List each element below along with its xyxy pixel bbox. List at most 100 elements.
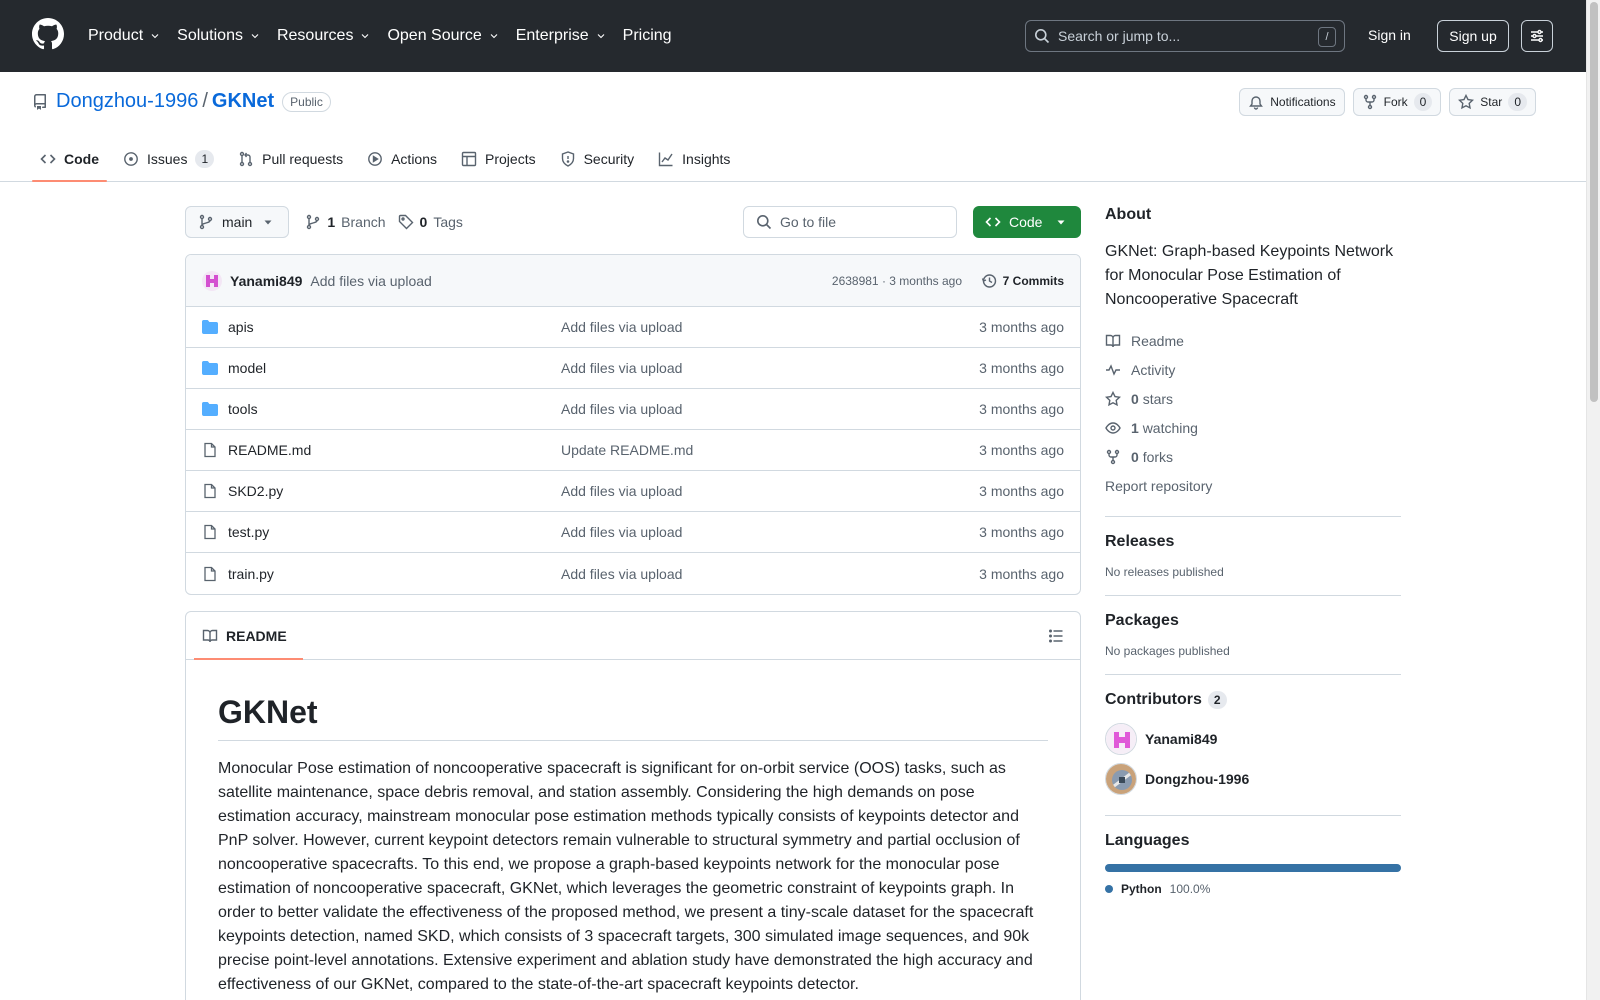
tab-label: Security <box>583 151 635 167</box>
file-name-link[interactable]: model <box>228 360 561 376</box>
contributors-list: Yanami849 Dongzhou-1996 <box>1105 719 1401 799</box>
menu-toggle-button[interactable] <box>1521 20 1553 52</box>
commit-meta[interactable]: 2638981 · 3 months ago <box>832 274 962 288</box>
activity-link[interactable]: Activity <box>1105 355 1401 384</box>
pull-request-icon <box>238 151 254 167</box>
file-name-link[interactable]: apis <box>228 319 561 335</box>
file-commit-message-link[interactable]: Add files via upload <box>561 401 682 417</box>
file-icon <box>202 566 218 582</box>
sign-up-button[interactable]: Sign up <box>1437 20 1509 52</box>
commit-message-link[interactable]: Add files via upload <box>310 273 431 289</box>
file-commit-message-link[interactable]: Add files via upload <box>561 566 682 582</box>
tag-count: 0 <box>419 214 428 230</box>
tab-label: Pull requests <box>262 151 344 167</box>
file-commit-message-link[interactable]: Add files via upload <box>561 319 682 335</box>
file-commit-time: 3 months ago <box>979 524 1064 540</box>
search-icon <box>756 214 772 230</box>
nav-item-open-source[interactable]: Open Source <box>387 16 509 56</box>
nav-item-solutions[interactable]: Solutions <box>177 16 271 56</box>
file-commit-time: 3 months ago <box>979 319 1064 335</box>
tab-code[interactable]: Code <box>32 136 107 182</box>
file-commit-message-link[interactable]: Add files via upload <box>561 483 682 499</box>
nav-item-product[interactable]: Product <box>88 16 171 56</box>
nav-item-resources[interactable]: Resources <box>277 16 381 56</box>
code-download-button[interactable]: Code <box>973 206 1081 238</box>
tab-issues[interactable]: Issues 1 <box>115 136 222 182</box>
commits-label: 7 Commits <box>1002 273 1064 288</box>
scrollbar-thumb[interactable] <box>1590 2 1598 402</box>
file-name-link[interactable]: SKD2.py <box>228 483 561 499</box>
branches-link[interactable]: 1 Branch <box>305 214 386 230</box>
commits-history-link[interactable]: 7 Commits <box>981 273 1064 289</box>
table-row[interactable]: tools Add files via upload 3 months ago <box>186 389 1080 430</box>
releases-heading[interactable]: Releases <box>1105 533 1401 551</box>
forks-link[interactable]: 0 forks <box>1105 442 1401 471</box>
readme-title: GKNet <box>218 692 1048 741</box>
stars-link[interactable]: 0 stars <box>1105 384 1401 413</box>
tab-pull-requests[interactable]: Pull requests <box>230 136 351 182</box>
language-item[interactable]: Python 100.0% <box>1105 882 1401 896</box>
tab-label: Code <box>64 151 99 167</box>
go-to-file-input[interactable]: Go to file <box>743 206 957 238</box>
issue-icon <box>123 151 139 167</box>
chevron-down-icon <box>249 30 261 42</box>
tag-label: Tags <box>433 214 463 230</box>
table-row[interactable]: SKD2.py Add files via upload 3 months ago <box>186 471 1080 512</box>
file-commit-message-link[interactable]: Add files via upload <box>561 524 682 540</box>
nav-item-pricing[interactable]: Pricing <box>623 16 682 56</box>
file-commit-message-link[interactable]: Add files via upload <box>561 360 682 376</box>
branch-selector-button[interactable]: main <box>185 206 290 238</box>
watching-label: watching <box>1142 419 1198 436</box>
file-name-link[interactable]: train.py <box>228 566 561 582</box>
book-icon <box>1105 333 1121 349</box>
tab-actions[interactable]: Actions <box>359 136 445 182</box>
file-icon <box>202 442 218 458</box>
contributor-item[interactable]: Dongzhou-1996 <box>1105 759 1401 799</box>
commit-author-link[interactable]: Yanami849 <box>230 273 302 289</box>
readme-tab[interactable]: README <box>194 612 303 660</box>
repo-breadcrumb: Dongzhou-1996 / GKNet Public <box>32 90 331 113</box>
table-row[interactable]: train.py Add files via upload 3 months ago <box>186 553 1080 594</box>
table-row[interactable]: model Add files via upload 3 months ago <box>186 348 1080 389</box>
report-repository-link[interactable]: Report repository <box>1105 471 1401 500</box>
file-name-link[interactable]: tools <box>228 401 561 417</box>
readme-panel: README GKNet Monocular Pose estimation o… <box>185 611 1081 1000</box>
github-logo-icon[interactable] <box>32 18 64 50</box>
star-icon <box>1105 390 1121 407</box>
nav-item-enterprise[interactable]: Enterprise <box>516 16 617 56</box>
repo-name-link[interactable]: GKNet <box>212 90 274 113</box>
code-icon <box>985 214 1001 230</box>
table-row[interactable]: apis Add files via upload 3 months ago <box>186 307 1080 348</box>
search-placeholder: Search or jump to... <box>1058 28 1181 44</box>
page-scrollbar[interactable] <box>1586 0 1600 1000</box>
global-search-input[interactable]: Search or jump to... / <box>1025 20 1345 52</box>
notifications-button[interactable]: Notifications <box>1239 88 1345 116</box>
readme-tab-label: README <box>226 627 287 644</box>
packages-heading[interactable]: Packages <box>1105 612 1401 630</box>
file-name-link[interactable]: test.py <box>228 524 561 540</box>
list-unordered-icon[interactable] <box>1048 628 1064 644</box>
repo-tabs: Code Issues 1 Pull requests Actions Projects S… <box>32 136 746 182</box>
readme-link[interactable]: Readme <box>1105 326 1401 355</box>
contributor-name: Dongzhou-1996 <box>1145 771 1250 787</box>
fork-button[interactable]: Fork 0 <box>1352 88 1442 116</box>
file-commit-time: 3 months ago <box>979 401 1064 417</box>
avatar[interactable] <box>202 270 222 291</box>
table-row[interactable]: README.md Update README.md 3 months ago <box>186 430 1080 471</box>
nav-item-label: Open Source <box>387 27 482 44</box>
contributor-item[interactable]: Yanami849 <box>1105 719 1401 759</box>
sign-in-link[interactable]: Sign in <box>1368 27 1411 43</box>
table-row[interactable]: test.py Add files via upload 3 months ago <box>186 512 1080 553</box>
file-name-link[interactable]: README.md <box>228 442 561 458</box>
tags-link[interactable]: 0 Tags <box>398 214 463 230</box>
tab-projects[interactable]: Projects <box>453 136 544 182</box>
tab-insights[interactable]: Insights <box>650 136 738 182</box>
tab-security[interactable]: Security <box>552 136 643 182</box>
star-button[interactable]: Star 0 <box>1449 88 1536 116</box>
file-commit-message-link[interactable]: Update README.md <box>561 442 693 458</box>
contributors-heading[interactable]: Contributors 2 <box>1105 691 1401 709</box>
shield-icon <box>560 151 576 167</box>
repo-owner-link[interactable]: Dongzhou-1996 <box>56 90 198 113</box>
watchers-link[interactable]: 1 watching <box>1105 413 1401 442</box>
git-branch-icon <box>198 214 214 230</box>
